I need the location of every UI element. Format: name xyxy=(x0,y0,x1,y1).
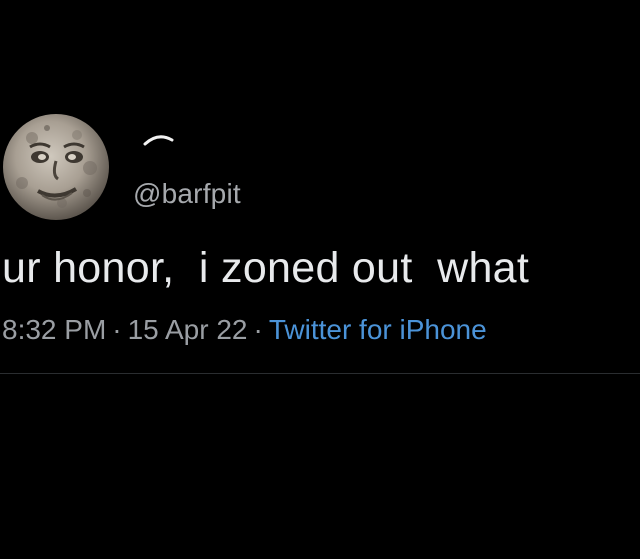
tweet-time[interactable]: 8:32 PM xyxy=(2,314,106,345)
user-handle[interactable]: @barfpit xyxy=(133,176,241,212)
tweet-metadata: 8:32 PM · 15 Apr 22 · Twitter for iPhone xyxy=(2,310,487,350)
moon-face-icon xyxy=(3,114,109,220)
divider xyxy=(0,373,640,374)
display-name-mark xyxy=(143,135,174,146)
tweet-text: ur honor, i zoned out what xyxy=(2,244,530,292)
tweet-card: @barfpit ur honor, i zoned out what 8:32… xyxy=(0,0,640,559)
meta-separator: · xyxy=(112,314,122,345)
tweet-source-link[interactable]: Twitter for iPhone xyxy=(269,314,487,345)
moon-face-avatar[interactable] xyxy=(2,113,110,221)
tweet-date[interactable]: 15 Apr 22 xyxy=(128,314,248,345)
meta-separator: · xyxy=(253,314,263,345)
